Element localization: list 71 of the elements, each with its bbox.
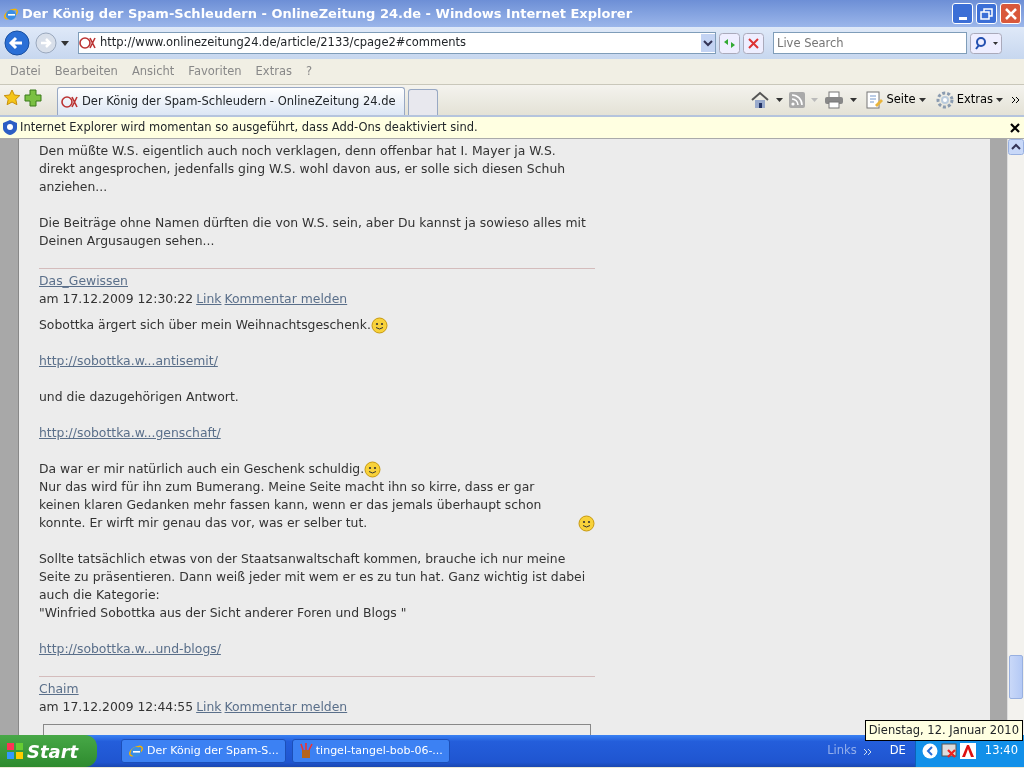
comment-date: am 17.12.2009 12:44:55	[39, 698, 194, 716]
pencil-cup-icon	[298, 743, 313, 759]
comment-text: und die dazugehörigen Antwort.	[39, 388, 239, 406]
window-title: Der König der Spam-Schleudern - OnlineZeitung 24.de - Windows Internet Explorer	[22, 4, 634, 23]
minimize-icon	[958, 17, 967, 20]
search-field[interactable]: Live Search	[773, 32, 967, 54]
close-icon	[1003, 6, 1018, 21]
restore-icon	[979, 6, 994, 21]
author-link[interactable]: Chaim	[39, 681, 79, 696]
restore-button[interactable]	[976, 3, 997, 24]
report-comment-link[interactable]: Kommentar melden	[224, 698, 348, 716]
caret-icon	[996, 98, 1003, 102]
comment-text: Da war er mir natürlich auch ein Geschenk schuldig.	[39, 460, 365, 478]
add-favorite-icon[interactable]	[24, 88, 42, 107]
page-icon	[865, 91, 884, 109]
caret-icon[interactable]	[776, 98, 784, 102]
favorites-star-icon[interactable]	[3, 88, 21, 107]
network-error-icon[interactable]	[940, 743, 957, 759]
clock[interactable]: 13:40	[984, 742, 1018, 760]
home-icon[interactable]	[750, 91, 771, 109]
site-favicon-icon	[61, 94, 79, 109]
scrollbar-thumb[interactable]	[1009, 655, 1023, 699]
site-favicon-icon	[79, 36, 97, 50]
comment-text: Die Beiträge ohne Namen dürften die von W.S. sein, aber Du kannst ja sowieso alles mit Deinen Argusaugen sehen...	[39, 214, 587, 250]
comment-link[interactable]: http://sobottka.w...und-blogs/	[39, 641, 221, 656]
author-link[interactable]: Das_Gewissen	[39, 273, 128, 288]
info-bar-message: Internet Explorer wird momentan so ausgeführt, dass Add-Ons deaktiviert sind.	[20, 118, 479, 136]
menu-item[interactable]: Datei	[3, 62, 48, 81]
windows-logo-icon	[6, 742, 24, 760]
comment-text: Nur das wird für ihn zum Bumerang. Meine Seite macht ihn so kirre, dass er gar keinen klaren Gedanken mehr fassen kann, wenn er das jemals überhaupt schon konnte. Er wirft mir genau das vor, was er selber tut.	[39, 478, 543, 532]
caret-icon	[918, 98, 926, 102]
links-toolbar[interactable]: Links	[827, 742, 857, 760]
start-button[interactable]: Start	[0, 735, 97, 767]
comment-link[interactable]: http://sobottka.w...antisemit/	[39, 353, 218, 368]
language-indicator[interactable]: DE	[889, 742, 906, 760]
show-hidden-icons-button[interactable]	[921, 743, 938, 759]
menu-item[interactable]: Favoriten	[181, 62, 249, 81]
menu-item[interactable]: Bearbeiten	[47, 62, 125, 81]
ie-logo-icon	[128, 743, 144, 759]
page-menu-button[interactable]: Seite	[863, 91, 928, 109]
permalink[interactable]: Link	[196, 290, 222, 308]
printer-icon[interactable]	[824, 91, 845, 109]
taskbar-button[interactable]: tingel-tangel-bob-06-...	[291, 739, 450, 763]
menu-item[interactable]: Ansicht	[124, 62, 182, 81]
close-button[interactable]	[1000, 3, 1021, 24]
comment-text: "Winfried Sobottka aus der Sicht anderer Foren und Blogs "	[39, 604, 407, 622]
url-field[interactable]: http://www.onlinezeitung24.de/article/2133/cpage2#comments	[78, 32, 716, 54]
comment-text: Sobottka ärgert sich über mein Weihnachtsgeschenk.	[39, 316, 371, 334]
close-icon[interactable]	[1009, 121, 1021, 134]
stop-icon[interactable]	[743, 32, 764, 54]
report-comment-link[interactable]: Kommentar melden	[224, 290, 348, 308]
menu-item[interactable]: ?	[298, 62, 320, 81]
comment-link[interactable]: http://sobottka.w...genschaft/	[39, 425, 221, 440]
taskbar-button[interactable]: Der König der Spam-S...	[121, 739, 286, 763]
minimize-button[interactable]	[952, 3, 973, 24]
comment-text: Sollte tatsächlich etwas von der Staatsanwaltschaft kommen, brauche ich nur meine Seite zu präsentieren. Dann weiß jeder mit wem er es zu tun hat. Ganz wichtig ist dabei auch die Kategorie:	[39, 550, 587, 604]
back-button[interactable]	[3, 29, 31, 57]
search-icon[interactable]	[970, 32, 1002, 54]
more-chevron-icon[interactable]	[1011, 96, 1021, 104]
menu-item[interactable]: Extras	[248, 62, 299, 81]
comment-date: am 17.12.2009 12:30:22	[39, 290, 194, 308]
browser-tab[interactable]: Der König der Spam-Schleudern - OnlineZeitung 24.de	[57, 87, 405, 115]
clock-tooltip: Dienstag, 12. Januar 2010	[864, 720, 1023, 742]
permalink[interactable]: Link	[196, 698, 222, 716]
dropdown-arrow-icon[interactable]	[61, 40, 69, 46]
caret-icon[interactable]	[850, 98, 858, 102]
antivirus-icon[interactable]	[959, 743, 976, 759]
comment-text: Den müßte W.S. eigentlich auch noch verklagen, denn offenbar hat I. Mayer ja W.S. direkt angesprochen, jedenfalls ging W.S. wohl davon aus, er solle sich diesen Schuh anziehen...	[39, 142, 567, 196]
gear-icon	[935, 91, 954, 109]
tools-menu-button[interactable]: Extras	[933, 91, 1005, 109]
shield-help-icon	[3, 120, 17, 135]
